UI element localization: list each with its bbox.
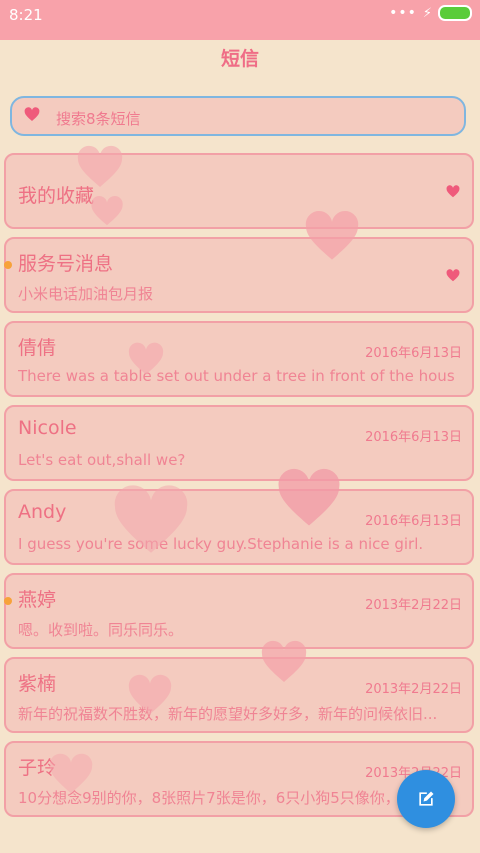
decorative-heart-icon: [77, 145, 123, 187]
thread-name: Nicole: [18, 417, 77, 439]
battery-icon: [438, 5, 472, 21]
status-time: 8:21: [9, 6, 43, 24]
decorative-heart-icon: [278, 468, 340, 526]
heart-icon: [446, 185, 460, 198]
charging-icon: ⚡: [422, 5, 432, 21]
thread-row[interactable]: 倩倩 2016年6月13日 There was a table set out …: [4, 321, 474, 397]
heart-icon: [446, 269, 460, 282]
thread-preview: 新年的祝福数不胜数，新年的愿望好多好多，新年的问候依旧...: [18, 705, 438, 723]
thread-name: 倩倩: [18, 337, 57, 359]
thread-row[interactable]: Nicole 2016年6月13日 Let's eat out,shall we…: [4, 405, 474, 481]
thread-date: 2013年2月22日: [365, 682, 462, 697]
thread-preview: 嗯。收到啦。同乐同乐。: [18, 621, 184, 639]
decorative-heart-icon: [128, 342, 164, 375]
thread-preview: There was a table set out under a tree i…: [18, 367, 455, 385]
service-messages-item[interactable]: 服务号消息 小米电话加油包月报: [4, 237, 474, 313]
decorative-heart-icon: [128, 674, 172, 715]
decorative-heart-icon: [91, 195, 123, 226]
decorative-heart-icon: [114, 485, 188, 553]
decorative-heart-icon: [261, 640, 307, 682]
thread-name: Andy: [18, 501, 67, 523]
thread-row[interactable]: 燕婷 2013年2月22日 嗯。收到啦。同乐同乐。: [4, 573, 474, 649]
search-placeholder: 搜索8条短信: [56, 110, 141, 128]
thread-date: 2013年2月22日: [365, 598, 462, 613]
thread-date: 2016年6月13日: [365, 430, 462, 445]
thread-preview: 小米电话加油包月报: [18, 285, 154, 303]
page-title: 短信: [220, 48, 259, 70]
decorative-heart-icon: [305, 210, 359, 260]
thread-preview: Let's eat out,shall we?: [18, 451, 186, 469]
heart-icon: [24, 107, 40, 121]
thread-preview: I guess you're some lucky guy.Stephanie …: [18, 535, 424, 553]
thread-row[interactable]: Andy 2016年6月13日 I guess you're some luck…: [4, 489, 474, 565]
unread-dot: [4, 261, 12, 269]
compose-icon: [419, 791, 434, 806]
thread-date: 2016年6月13日: [365, 346, 462, 361]
unread-dot: [4, 597, 12, 605]
thread-row[interactable]: 紫楠 2013年2月22日 新年的祝福数不胜数，新年的愿望好多好多，新年的问候依…: [4, 657, 474, 733]
thread-name: 服务号消息: [18, 253, 114, 275]
signal-dots-icon: •••: [389, 5, 417, 21]
favorites-item[interactable]: 我的收藏: [4, 153, 474, 229]
compose-button[interactable]: [397, 770, 455, 828]
thread-date: 2016年6月13日: [365, 514, 462, 529]
search-input[interactable]: 搜索8条短信: [10, 96, 466, 136]
decorative-heart-icon: [49, 753, 93, 794]
thread-name: 燕婷: [18, 589, 57, 611]
thread-name: 紫楠: [18, 673, 57, 695]
status-icons: ••• ⚡: [389, 5, 472, 21]
